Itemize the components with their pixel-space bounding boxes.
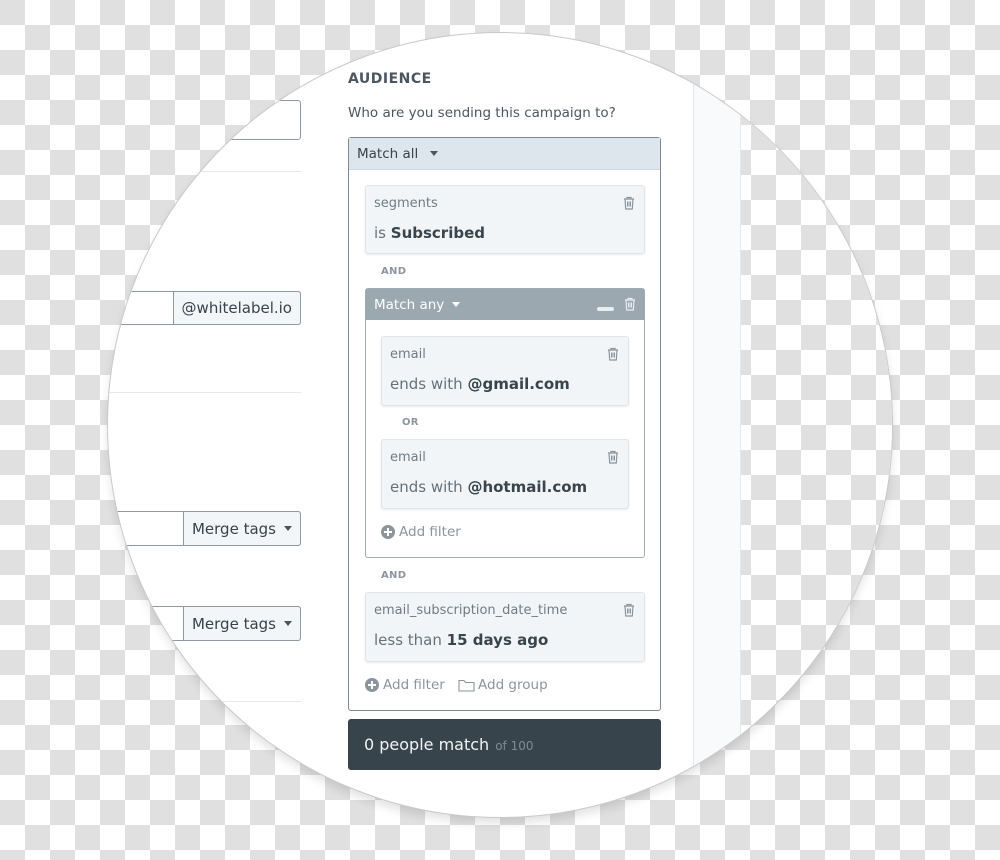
filter-field: email_subscription_date_time	[374, 603, 568, 618]
magnifier-lens: @whitelabel.io Merge tags Merge tags AUD…	[108, 33, 892, 817]
trash-icon[interactable]	[607, 347, 619, 361]
conjunction-and: AND	[381, 266, 407, 277]
match-count: 0 people match	[364, 735, 490, 754]
add-group-button[interactable]: Add group	[458, 677, 548, 693]
from-email-input[interactable]: @whitelabel.io	[108, 291, 301, 325]
filter-field: email	[390, 347, 426, 362]
divider	[108, 701, 301, 702]
chevron-down-icon	[430, 151, 439, 156]
merge-tags-dropdown-1[interactable]: Merge tags	[182, 511, 301, 546]
match-mode-label: Match all	[357, 145, 419, 162]
preview-text-input[interactable]: Merge tags	[108, 606, 301, 641]
transparent-area	[740, 33, 892, 817]
match-any-dropdown[interactable]: Match any	[366, 289, 644, 320]
chevron-down-icon	[452, 302, 461, 307]
conjunction-and: AND	[381, 570, 407, 581]
match-summary-bar: 0 people match of 100	[348, 719, 661, 770]
filter-condition: ends with @hotmail.com	[390, 478, 588, 496]
filter-card-subscription-date[interactable]: email_subscription_date_time less than 1…	[365, 592, 645, 662]
plus-circle-icon	[381, 525, 395, 539]
filter-group: Match any email ends with @gmail.com OR …	[365, 288, 645, 558]
filter-condition: less than 15 days ago	[374, 631, 549, 649]
match-all-dropdown[interactable]: Match all	[349, 138, 660, 170]
domain-addon-label: @whitelabel.io	[181, 299, 292, 317]
audience-subtitle: Who are you sending this campaign to?	[348, 105, 616, 121]
collapse-icon[interactable]	[597, 307, 614, 311]
filter-field: email	[390, 450, 426, 465]
trash-icon[interactable]	[623, 196, 635, 210]
add-filter-label: Add filter	[399, 524, 461, 540]
chevron-down-icon	[284, 526, 292, 531]
match-total: of 100	[495, 739, 534, 753]
side-column	[693, 33, 741, 817]
folder-icon	[458, 679, 475, 692]
merge-tags-label: Merge tags	[191, 519, 276, 538]
text-input-top[interactable]	[108, 100, 301, 140]
add-filter-label: Add filter	[383, 677, 445, 693]
filter-condition: ends with @gmail.com	[390, 375, 570, 393]
audience-heading: AUDIENCE	[348, 71, 432, 87]
divider	[108, 171, 301, 172]
domain-addon: @whitelabel.io	[172, 291, 301, 325]
group-add-filter-button[interactable]: Add filter	[381, 524, 461, 540]
filter-condition: is Subscribed	[374, 224, 485, 242]
conjunction-or: OR	[402, 417, 419, 428]
subject-input[interactable]: Merge tags	[108, 511, 301, 546]
trash-icon[interactable]	[607, 450, 619, 464]
chevron-down-icon	[284, 621, 292, 626]
filter-card-segments[interactable]: segments is Subscribed	[365, 185, 645, 254]
trash-icon[interactable]	[624, 297, 636, 311]
add-filter-button[interactable]: Add filter	[365, 677, 445, 693]
group-match-mode-label: Match any	[374, 296, 445, 313]
divider	[108, 392, 301, 393]
merge-tags-dropdown-2[interactable]: Merge tags	[182, 606, 301, 641]
trash-icon[interactable]	[623, 603, 635, 617]
add-group-label: Add group	[478, 677, 548, 693]
filter-card-email-hotmail[interactable]: email ends with @hotmail.com	[381, 439, 629, 509]
audience-filter-builder: Match all segments is Subscribed AND Mat…	[348, 137, 661, 711]
filter-card-email-gmail[interactable]: email ends with @gmail.com	[381, 336, 629, 406]
merge-tags-label: Merge tags	[191, 614, 276, 633]
plus-circle-icon	[365, 678, 379, 692]
filter-field: segments	[374, 196, 438, 211]
